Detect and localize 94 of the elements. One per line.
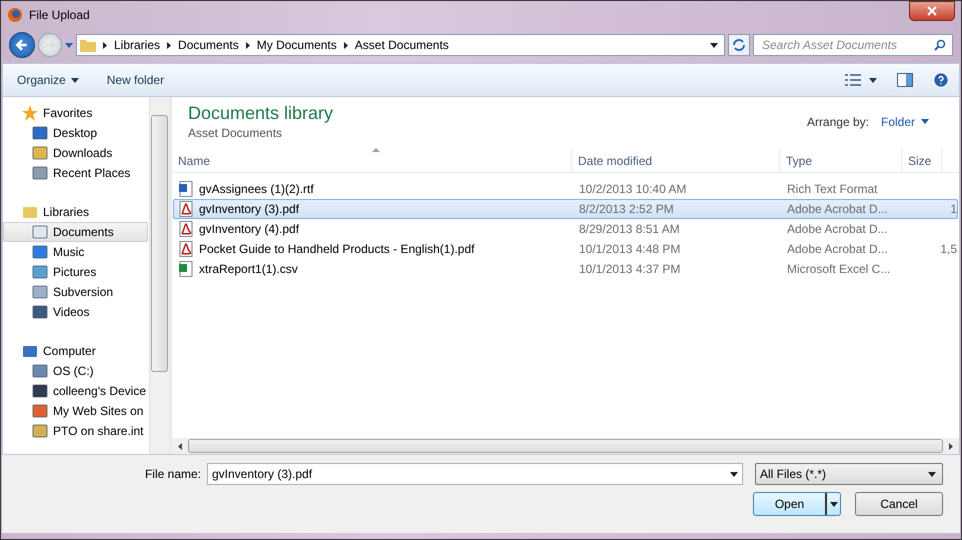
file-size: 1,5 [940,242,957,256]
close-button[interactable] [909,1,955,21]
library-title: Documents library [188,103,334,124]
close-icon [927,6,937,16]
file-name-field[interactable]: gvInventory (3).pdf [207,463,743,485]
dropdown-icon[interactable] [710,42,718,48]
sidebar-item[interactable]: Favorites [3,103,148,123]
arrange-dropdown[interactable]: Folder [880,114,929,128]
sidebar-item[interactable]: My Web Sites on [3,401,148,421]
date-modified: 8/29/2013 8:51 AM [579,222,680,236]
file-name: gvInventory (3).pdf [199,202,300,216]
file-type: Microsoft Excel C... [787,262,890,276]
cancel-button[interactable]: Cancel [855,492,943,516]
pdf-file-icon [179,201,193,217]
sidebar-item[interactable]: Subversion [3,282,148,302]
sidebar-item[interactable]: Documents [3,222,148,242]
view-list-icon[interactable] [845,73,861,87]
date-modified: 10/2/2013 10:40 AM [579,182,686,196]
file-name-label: File name: [144,467,201,481]
back-button[interactable] [9,32,35,58]
file-type: Adobe Acrobat D... [787,202,888,216]
file-name: Pocket Guide to Handheld Products - English(1).pdf [199,242,474,256]
breadcrumb[interactable]: Asset Documents [354,38,449,52]
column-header[interactable]: Name [172,148,572,172]
file-type: Rich Text Format [787,182,878,196]
file-row[interactable]: gvInventory (4).pdf 8/29/2013 8:51 AM Adobe Acrobat D... [173,219,958,239]
sidebar-item[interactable]: Downloads [3,143,148,163]
column-header[interactable]: Size [902,148,942,172]
arrow-right-icon [44,39,56,51]
sidebar-item[interactable]: OS (C:) [3,361,148,381]
scroll-left-icon[interactable] [178,442,182,450]
refresh-button[interactable] [728,34,750,56]
scrollbar[interactable] [172,438,959,454]
refresh-icon [732,38,746,52]
library-subtitle: Asset Documents [188,126,284,140]
column-header[interactable]: Type [780,148,902,172]
window-title: File Upload [29,8,90,22]
preview-pane-icon[interactable] [897,73,913,87]
spreadsheet-file-icon [179,261,193,277]
sidebar-item[interactable]: Libraries [3,202,148,222]
file-name: xtraReport1(1).csv [199,262,298,276]
sidebar-item[interactable]: colleeng's Device [3,381,148,401]
breadcrumb[interactable]: My Documents [256,38,337,52]
pdf-file-icon [179,241,193,257]
sidebar-item[interactable]: PTO on share.int [3,421,148,441]
file-row[interactable]: Pocket Guide to Handheld Products - English(1).pdf 10/1/2013 4:48 PM Adobe Acrobat D... 1,5 [173,239,958,259]
caret-icon [921,119,929,124]
arrange-label: Arrange by: [806,114,869,128]
date-modified: 8/2/2013 2:52 PM [579,202,674,216]
sidebar-item[interactable]: Computer [3,341,148,361]
chevron-icon [103,42,107,48]
caret-icon [70,78,79,82]
pdf-file-icon [179,221,193,237]
date-modified: 10/1/2013 4:48 PM [579,242,680,256]
dropdown-icon[interactable] [869,78,877,82]
date-modified: 10/1/2013 4:37 PM [579,262,680,276]
browser-icon [7,7,23,23]
search-field[interactable]: Search Asset Documents [753,34,953,56]
chevron-icon [344,42,348,48]
sidebar-item[interactable]: Music [3,242,148,262]
file-type: Adobe Acrobat D... [787,222,888,236]
chevron-icon [246,42,250,48]
file-name: gvInventory (4).pdf [199,222,300,236]
search-icon [934,39,946,51]
dropdown-icon [928,472,936,476]
sidebar-item[interactable]: Pictures [3,262,148,282]
file-row[interactable]: gvAssignees (1)(2).rtf 10/2/2013 10:40 AM Rich Text Format [173,179,958,199]
new-folder-button[interactable]: New folder [102,71,168,89]
file-type-dropdown[interactable]: All Files (*.*) [755,463,943,485]
file-row[interactable]: xtraReport1(1).csv 10/1/2013 4:37 PM Microsoft Excel C... [173,259,958,279]
address-bar[interactable]: Libraries Documents My Documents Asset Documents [76,34,725,56]
file-type: Adobe Acrobat D... [787,242,888,256]
breadcrumb[interactable]: Libraries [114,38,160,52]
chevron-icon [167,42,172,48]
sort-arrow-icon [372,148,380,152]
scroll-right-icon[interactable] [949,442,953,450]
dropdown-icon[interactable] [730,472,738,476]
sidebar-item[interactable]: Recent Places [3,163,148,183]
open-button[interactable]: Open [753,492,841,516]
folder-icon [80,38,96,52]
caret-icon [830,502,838,506]
document-file-icon [179,181,193,197]
sidebar-item[interactable]: Videos [3,302,148,322]
column-header[interactable]: Date modified [572,148,780,172]
arrow-left-icon [15,38,29,52]
sidebar-item[interactable]: Desktop [3,123,148,143]
breadcrumb[interactable]: Documents [178,38,239,52]
file-name: gvAssignees (1)(2).rtf [199,182,314,196]
file-row[interactable]: gvInventory (3).pdf 8/2/2013 2:52 PM Adobe Acrobat D... 1 [173,199,958,219]
file-size: 1 [950,202,957,216]
help-icon[interactable] [933,73,949,87]
scrollbar[interactable] [149,97,169,454]
organize-menu[interactable]: Organize [13,71,83,89]
search-input[interactable]: Search Asset Documents [760,37,934,53]
